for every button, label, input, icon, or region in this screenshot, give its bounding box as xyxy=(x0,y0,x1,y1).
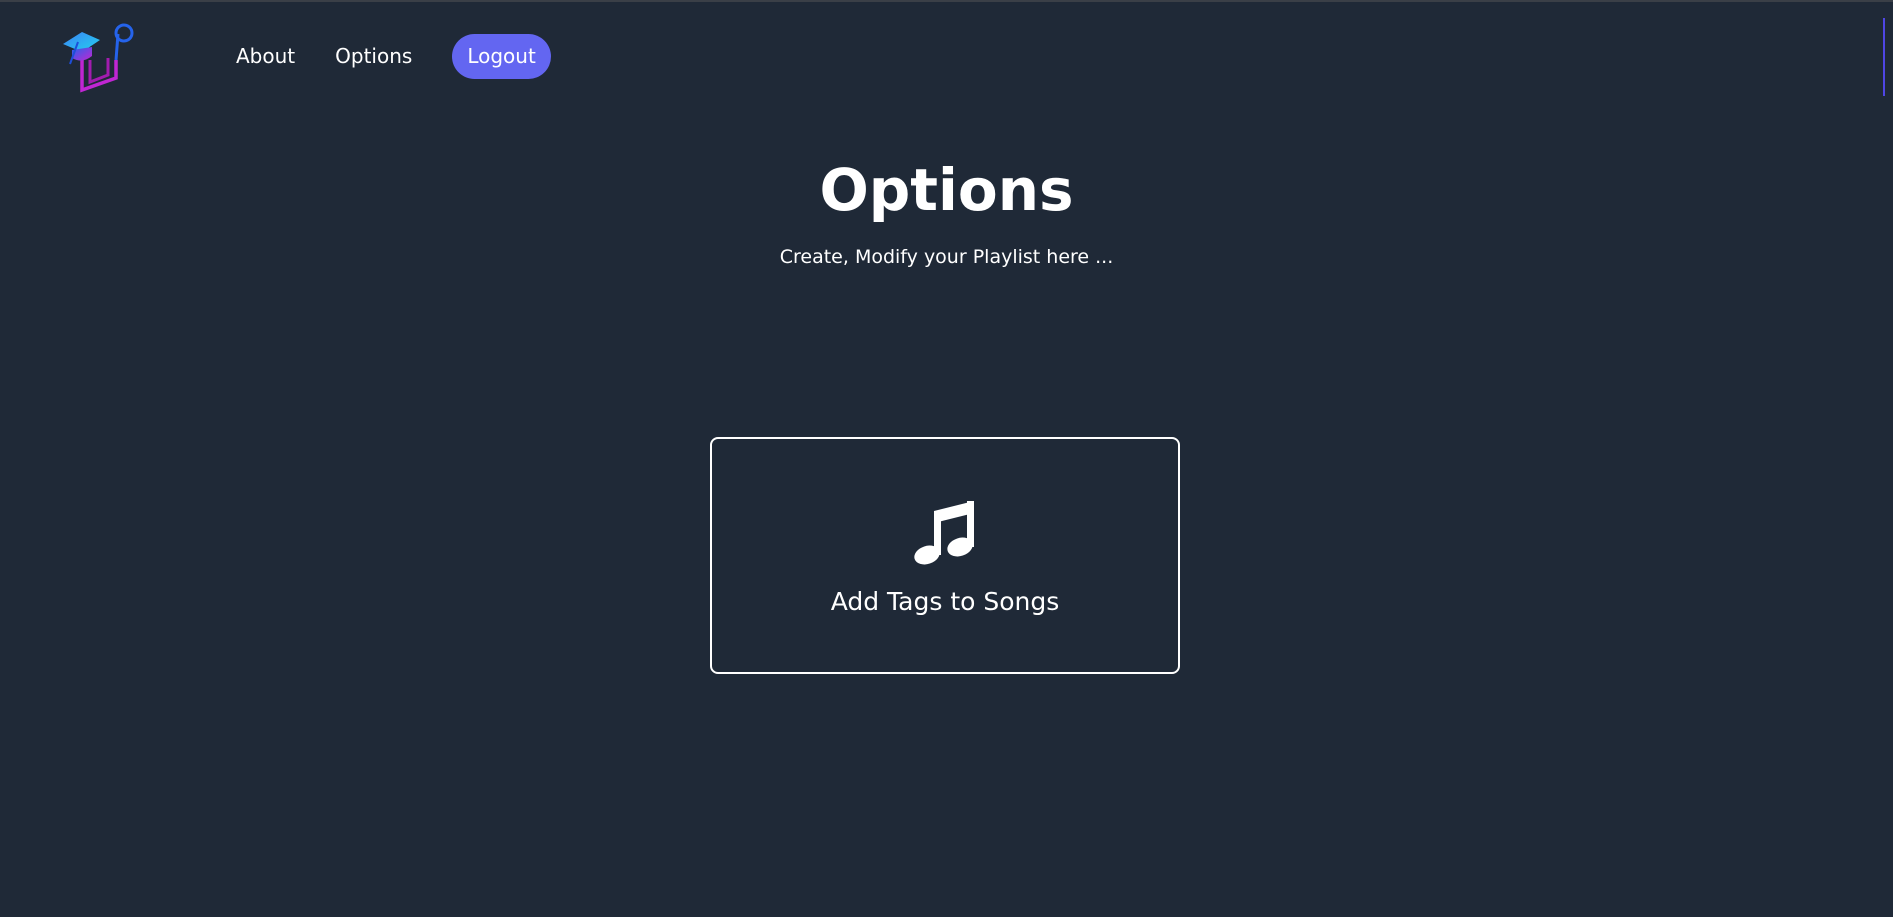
music-note-icon xyxy=(914,501,974,565)
page-subtitle: Create, Modify your Playlist here ... xyxy=(779,246,1114,268)
logo-icon[interactable] xyxy=(60,20,144,94)
add-tags-card[interactable]: Add Tags to Songs xyxy=(710,437,1180,674)
nav-link-about[interactable]: About xyxy=(236,32,295,80)
nav-link-options[interactable]: Options xyxy=(335,32,412,80)
headphones-graduation-logo-icon xyxy=(63,23,134,93)
scroll-edge-indicator xyxy=(1883,18,1885,96)
main-nav: About Options Logout xyxy=(236,32,551,80)
card-label: Add Tags to Songs xyxy=(830,587,1060,616)
logout-button[interactable]: Logout xyxy=(452,33,551,79)
window-top-border xyxy=(0,0,1893,2)
hero-section: Options Create, Modify your Playlist her… xyxy=(0,150,1893,270)
page-title: Options xyxy=(819,156,1074,224)
